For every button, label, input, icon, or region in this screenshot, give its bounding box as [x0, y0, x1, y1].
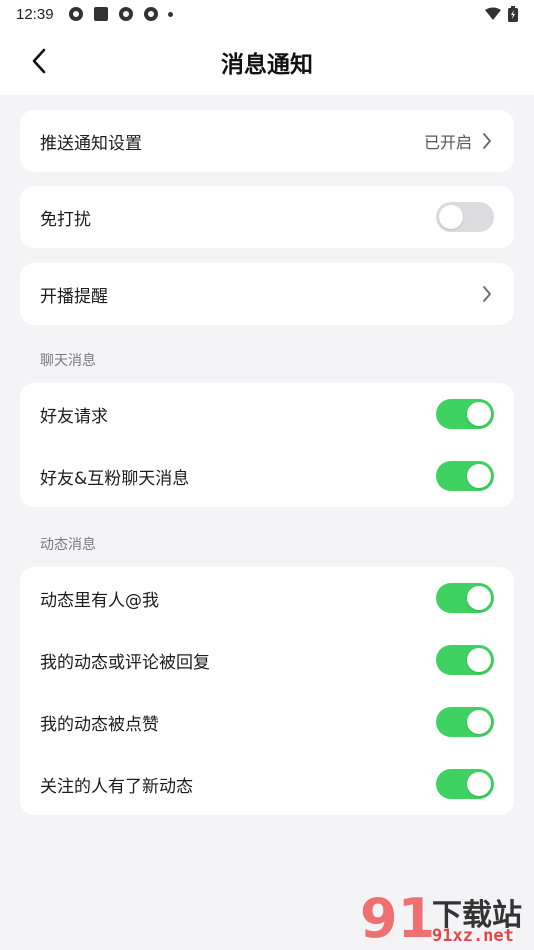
toggle-knob	[467, 464, 491, 488]
dnd-row: 免打扰	[20, 186, 514, 248]
dnd-toggle[interactable]	[436, 202, 494, 232]
toggle-knob	[439, 205, 463, 229]
status-bar: 12:39	[0, 0, 534, 28]
status-time: 12:39	[16, 5, 54, 23]
toggle-knob	[467, 772, 491, 796]
mention-toggle[interactable]	[436, 583, 494, 613]
reply-label: 我的动态或评论被回复	[40, 652, 210, 673]
live-reminder-label: 开播提醒	[40, 286, 108, 307]
like-toggle[interactable]	[436, 707, 494, 737]
feed-section-card: 动态里有人@我 我的动态或评论被回复 我的动态被点赞 关注的人有了新动态	[20, 567, 514, 815]
mention-row: 动态里有人@我	[20, 567, 514, 629]
like-label: 我的动态被点赞	[40, 714, 159, 735]
chat-section-card: 好友请求 好友&互粉聊天消息	[20, 383, 514, 507]
live-reminder-right	[480, 285, 494, 303]
dnd-card: 免打扰	[20, 186, 514, 248]
reply-row: 我的动态或评论被回复	[20, 629, 514, 691]
live-reminder-card: 开播提醒	[20, 263, 514, 325]
battery-icon	[508, 6, 518, 22]
friend-chat-label: 好友&互粉聊天消息	[40, 468, 190, 489]
mention-label: 动态里有人@我	[40, 590, 159, 611]
status-right	[484, 6, 518, 22]
watermark-number: 91	[360, 887, 436, 950]
row-right	[436, 399, 494, 429]
chevron-right-icon	[480, 285, 494, 303]
friend-chat-toggle[interactable]	[436, 461, 494, 491]
app-icon	[68, 7, 83, 21]
push-settings-value: 已开启	[423, 133, 472, 152]
following-update-toggle[interactable]	[436, 769, 494, 799]
chat-section-header: 聊天消息	[40, 353, 96, 369]
live-reminder-row[interactable]: 开播提醒	[20, 263, 514, 325]
row-right	[436, 645, 494, 675]
row-right	[436, 583, 494, 613]
app-icon	[118, 7, 133, 21]
following-update-row: 关注的人有了新动态	[20, 753, 514, 815]
toggle-knob	[467, 710, 491, 734]
row-right	[436, 707, 494, 737]
push-settings-label: 推送通知设置	[40, 133, 142, 154]
friend-request-label: 好友请求	[40, 406, 108, 427]
dnd-right	[436, 202, 494, 232]
page-title: 消息通知	[221, 52, 313, 78]
push-settings-row[interactable]: 推送通知设置 已开启	[20, 110, 514, 172]
friend-request-toggle[interactable]	[436, 399, 494, 429]
reply-toggle[interactable]	[436, 645, 494, 675]
toggle-knob	[467, 648, 491, 672]
dot-icon	[167, 11, 173, 17]
following-update-label: 关注的人有了新动态	[40, 776, 193, 797]
push-settings-card: 推送通知设置 已开启	[20, 110, 514, 172]
toggle-knob	[467, 586, 491, 610]
watermark-site: 91xz.net	[432, 926, 514, 946]
feed-section-header: 动态消息	[40, 537, 96, 553]
app-icon	[143, 7, 158, 21]
row-right	[436, 769, 494, 799]
app-header: 消息通知	[0, 28, 534, 95]
toggle-knob	[467, 402, 491, 426]
watermark-logo: 91 下载站 91xz.net	[360, 888, 534, 950]
square-icon	[93, 7, 108, 21]
friend-chat-row: 好友&互粉聊天消息	[20, 445, 514, 507]
chevron-right-icon	[480, 132, 494, 150]
row-right	[436, 461, 494, 491]
wifi-icon	[485, 7, 501, 20]
friend-request-row: 好友请求	[20, 383, 514, 445]
like-row: 我的动态被点赞	[20, 691, 514, 753]
push-settings-right: 已开启	[424, 129, 494, 153]
dnd-label: 免打扰	[40, 209, 91, 230]
